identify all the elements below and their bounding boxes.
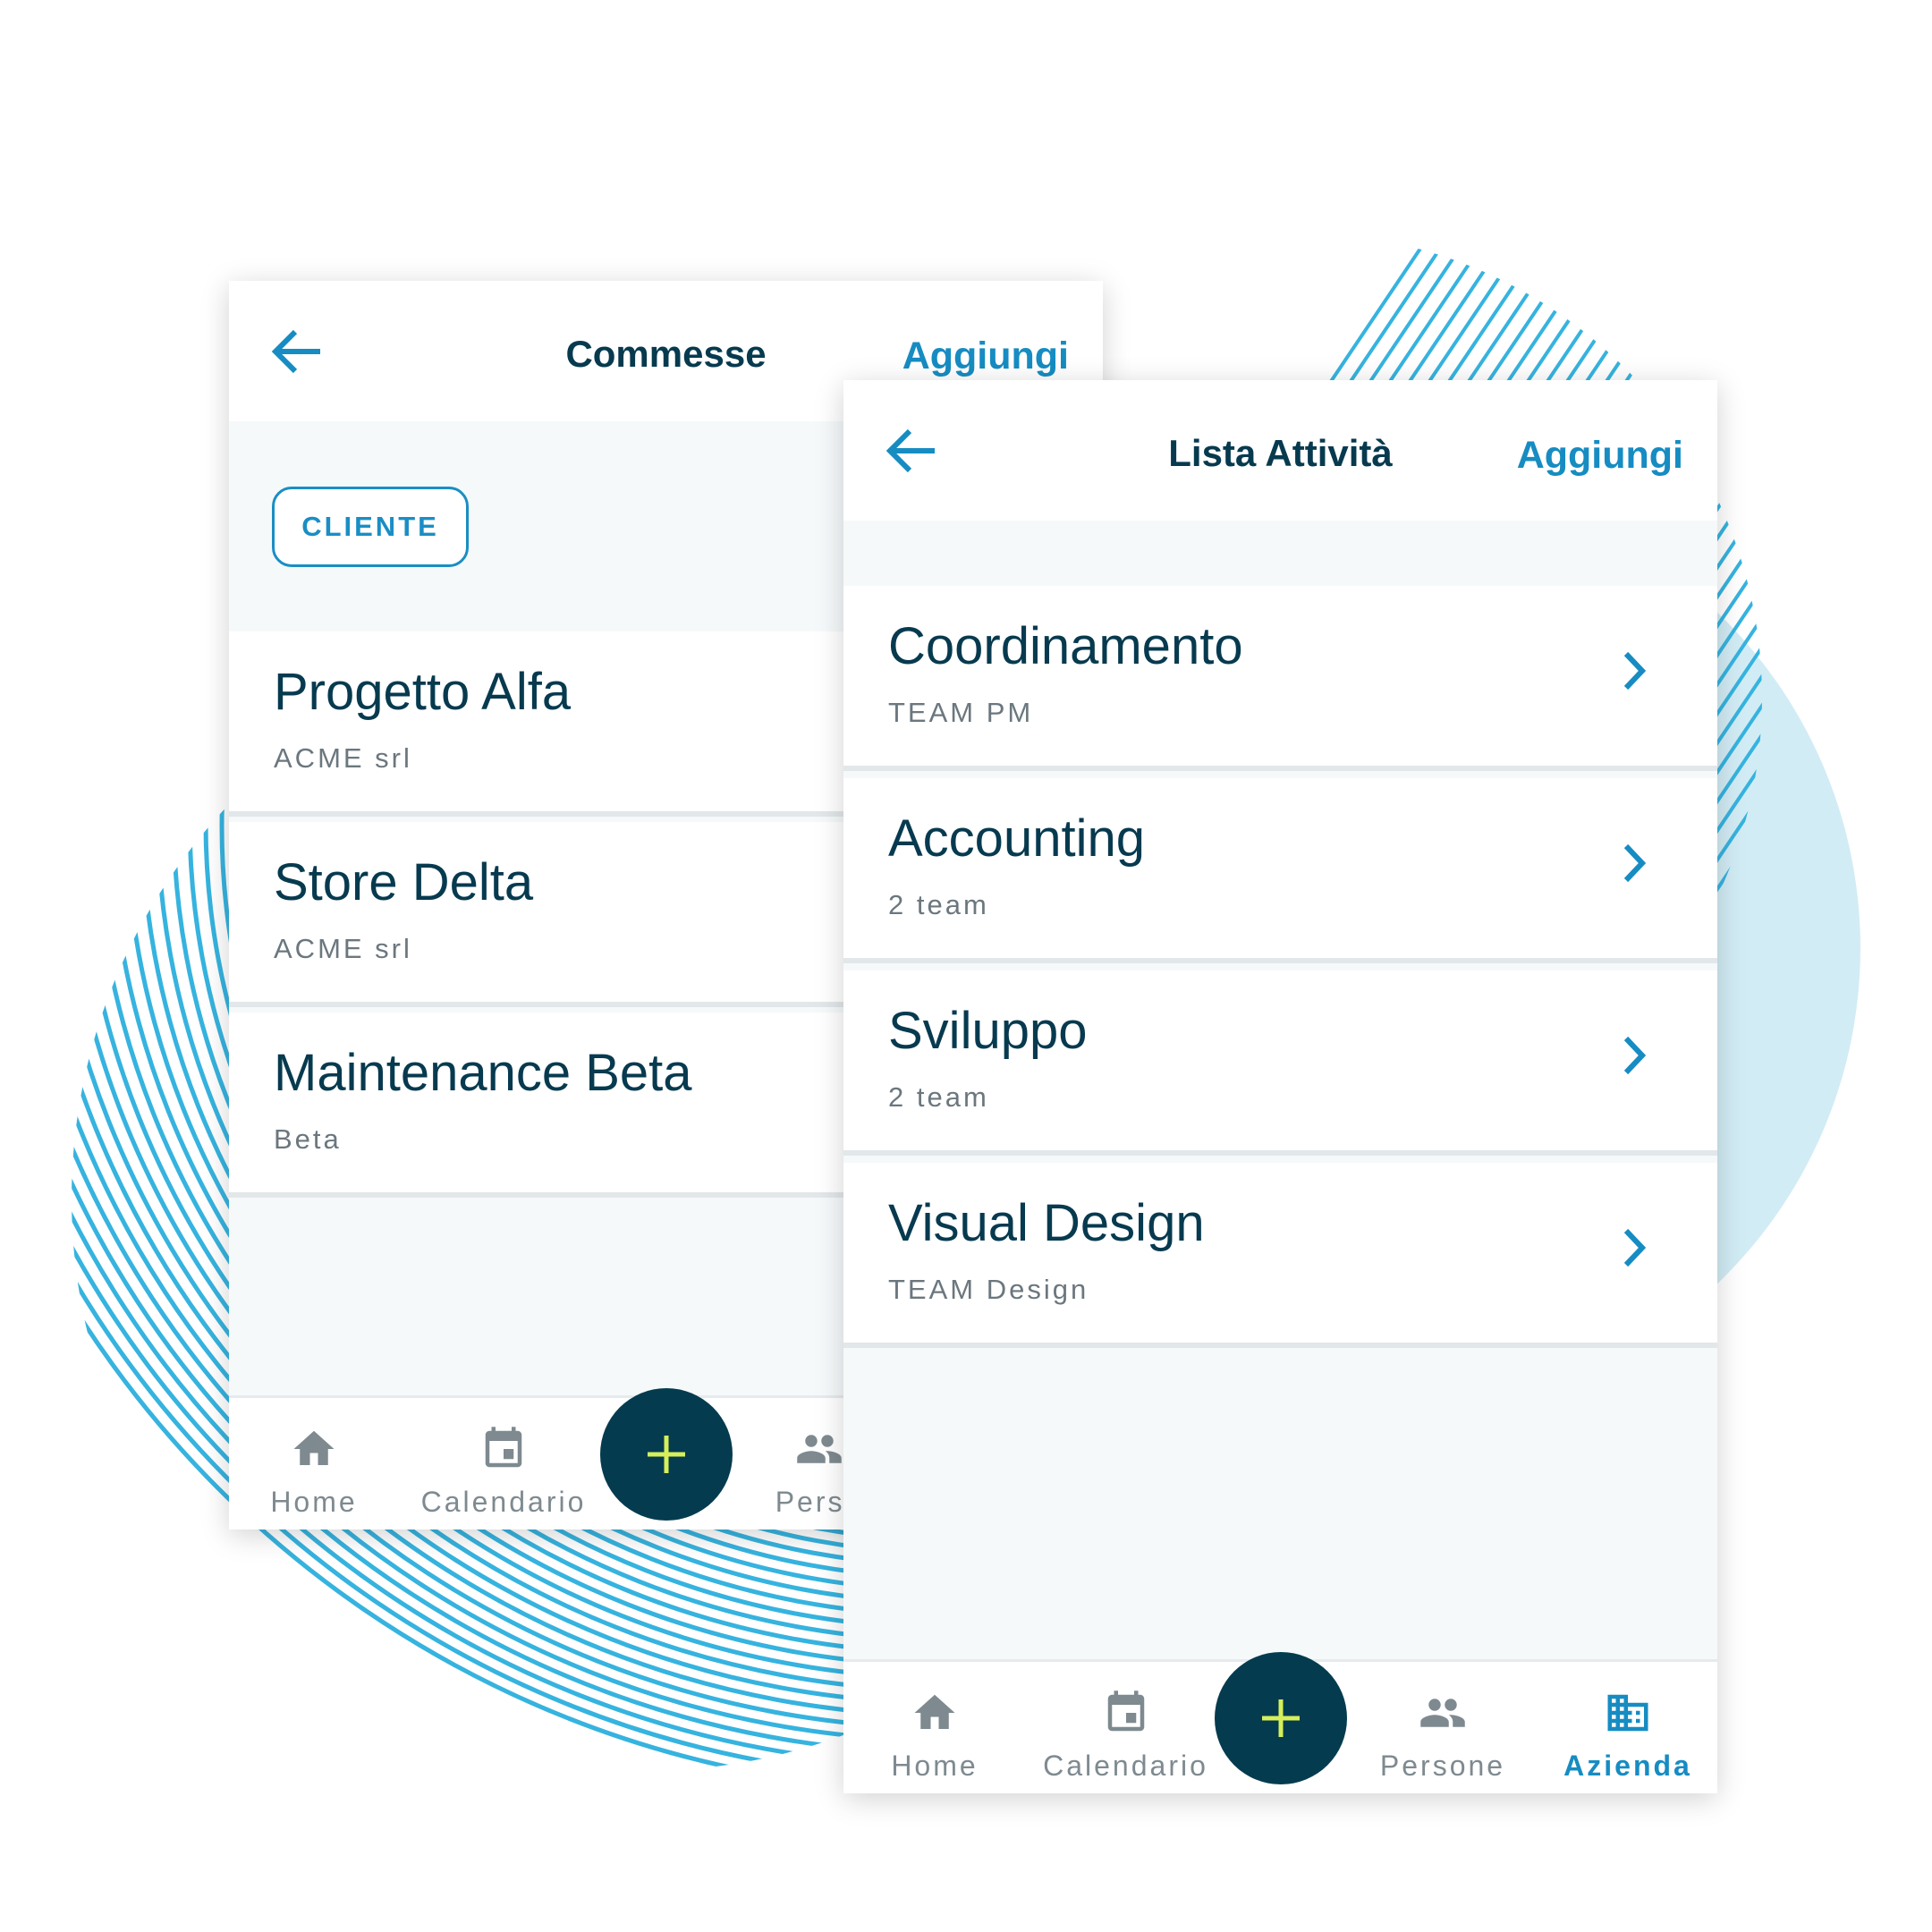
item-name: Store Delta [274, 853, 534, 911]
deco-hatch-line [1907, 233, 1932, 1163]
people-icon [797, 1435, 842, 1463]
nav-label: Calendario [1043, 1750, 1208, 1782]
nav-azienda[interactable]: Azienda [1543, 1689, 1713, 1783]
plus-icon [648, 1436, 685, 1473]
list-item[interactable]: Coordinamento TEAM PM [843, 586, 1717, 771]
nav-home[interactable]: Home [229, 1425, 399, 1519]
people-icon [1420, 1699, 1465, 1727]
chevron-right-icon [1623, 651, 1647, 691]
filter-chip-cliente[interactable]: CLIENTE [272, 487, 469, 567]
add-button[interactable]: Aggiungi [902, 335, 1069, 378]
deco-hatch-line [1848, 233, 1932, 1163]
item-name: Progetto Alfa [274, 663, 572, 721]
item-name: Accounting [888, 809, 1145, 868]
item-subtitle: TEAM Design [888, 1274, 1089, 1305]
nav-persone[interactable]: Persone [1358, 1689, 1528, 1783]
nav-label: Persone [1379, 1750, 1506, 1782]
add-fab[interactable] [600, 1388, 733, 1521]
item-subtitle: ACME srl [274, 933, 412, 964]
plus-icon [1262, 1699, 1300, 1737]
chevron-right-icon [1623, 1036, 1647, 1075]
deco-hatch-line [1887, 233, 1932, 1163]
add-button[interactable]: Aggiungi [1517, 434, 1683, 478]
item-subtitle: Beta [274, 1123, 342, 1155]
home-icon [293, 1430, 335, 1465]
item-name: Maintenance Beta [274, 1044, 692, 1102]
stage: Commesse Aggiungi CLIENTE Progetto Alfa … [0, 0, 1932, 1932]
list-item[interactable]: Sviluppo 2 team [843, 970, 1717, 1156]
item-name: Coordinamento [888, 617, 1243, 675]
list-item[interactable]: Visual Design TEAM Design [843, 1163, 1717, 1348]
add-fab[interactable] [1215, 1652, 1347, 1784]
chevron-right-icon [1623, 843, 1647, 883]
deco-hatch-line [1927, 233, 1932, 1163]
lista-attivita-screen: Lista Attività Aggiungi Coordinamento TE… [843, 380, 1717, 1793]
nav-label: Calendario [420, 1486, 587, 1518]
nav-calendario[interactable]: Calendario [1030, 1689, 1222, 1783]
item-subtitle: 2 team [888, 1081, 989, 1113]
item-subtitle: TEAM PM [888, 697, 1034, 728]
chevron-right-icon [1623, 1228, 1647, 1267]
nav-home[interactable]: Home [850, 1689, 1020, 1783]
nav-label: Home [891, 1750, 979, 1782]
calendar-icon [1107, 1690, 1144, 1732]
nav-label: Azienda [1563, 1750, 1692, 1782]
home-icon [914, 1694, 955, 1729]
list-item[interactable]: Accounting 2 team [843, 778, 1717, 963]
deco-hatch-line [1868, 233, 1932, 1163]
nav-calendario[interactable]: Calendario [419, 1425, 589, 1519]
calendar-icon [485, 1427, 522, 1468]
item-subtitle: ACME srl [274, 742, 412, 774]
header: Lista Attività Aggiungi [843, 380, 1717, 521]
item-name: Visual Design [888, 1194, 1205, 1252]
item-subtitle: 2 team [888, 889, 989, 920]
building-icon [1607, 1694, 1648, 1732]
item-name: Sviluppo [888, 1002, 1088, 1060]
nav-label: Home [270, 1486, 358, 1518]
